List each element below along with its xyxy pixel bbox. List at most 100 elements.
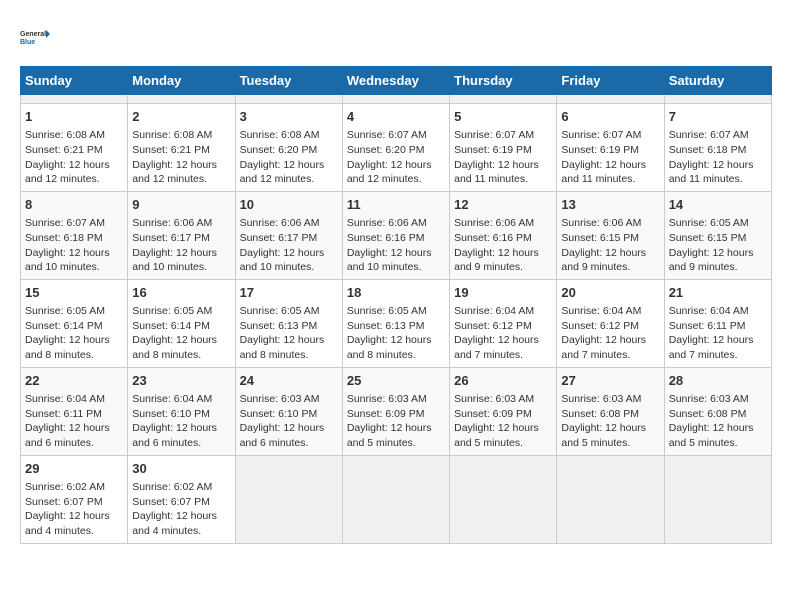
calendar-table: SundayMondayTuesdayWednesdayThursdayFrid… — [20, 66, 772, 544]
logo: General Blue — [20, 20, 50, 56]
daylight-text: Daylight: 12 hours and 5 minutes. — [454, 421, 552, 450]
sunset-text: Sunset: 6:16 PM — [454, 231, 552, 246]
calendar-cell — [128, 95, 235, 104]
sunrise-text: Sunrise: 6:06 AM — [240, 216, 338, 231]
calendar-cell: 23Sunrise: 6:04 AMSunset: 6:10 PMDayligh… — [128, 367, 235, 455]
calendar-cell — [450, 455, 557, 543]
calendar-cell: 8Sunrise: 6:07 AMSunset: 6:18 PMDaylight… — [21, 191, 128, 279]
sunset-text: Sunset: 6:07 PM — [132, 495, 230, 510]
daylight-text: Daylight: 12 hours and 5 minutes. — [561, 421, 659, 450]
calendar-cell: 22Sunrise: 6:04 AMSunset: 6:11 PMDayligh… — [21, 367, 128, 455]
calendar-week-row: 1Sunrise: 6:08 AMSunset: 6:21 PMDaylight… — [21, 104, 772, 192]
day-number: 19 — [454, 284, 552, 302]
sunrise-text: Sunrise: 6:07 AM — [347, 128, 445, 143]
daylight-text: Daylight: 12 hours and 10 minutes. — [347, 246, 445, 275]
day-number: 20 — [561, 284, 659, 302]
calendar-cell: 10Sunrise: 6:06 AMSunset: 6:17 PMDayligh… — [235, 191, 342, 279]
daylight-text: Daylight: 12 hours and 9 minutes. — [561, 246, 659, 275]
sunrise-text: Sunrise: 6:06 AM — [454, 216, 552, 231]
sunset-text: Sunset: 6:20 PM — [347, 143, 445, 158]
calendar-cell — [664, 95, 771, 104]
calendar-cell — [664, 455, 771, 543]
calendar-week-row: 8Sunrise: 6:07 AMSunset: 6:18 PMDaylight… — [21, 191, 772, 279]
sunrise-text: Sunrise: 6:05 AM — [347, 304, 445, 319]
calendar-cell: 21Sunrise: 6:04 AMSunset: 6:11 PMDayligh… — [664, 279, 771, 367]
calendar-cell: 25Sunrise: 6:03 AMSunset: 6:09 PMDayligh… — [342, 367, 449, 455]
sunset-text: Sunset: 6:11 PM — [25, 407, 123, 422]
day-number: 14 — [669, 196, 767, 214]
header-friday: Friday — [557, 67, 664, 95]
sunrise-text: Sunrise: 6:03 AM — [347, 392, 445, 407]
sunrise-text: Sunrise: 6:04 AM — [669, 304, 767, 319]
day-number: 3 — [240, 108, 338, 126]
calendar-cell — [557, 455, 664, 543]
calendar-cell: 6Sunrise: 6:07 AMSunset: 6:19 PMDaylight… — [557, 104, 664, 192]
sunset-text: Sunset: 6:09 PM — [347, 407, 445, 422]
header-monday: Monday — [128, 67, 235, 95]
svg-text:Blue: Blue — [20, 39, 35, 46]
sunrise-text: Sunrise: 6:06 AM — [347, 216, 445, 231]
sunrise-text: Sunrise: 6:03 AM — [240, 392, 338, 407]
sunrise-text: Sunrise: 6:04 AM — [25, 392, 123, 407]
day-number: 16 — [132, 284, 230, 302]
calendar-header-row: SundayMondayTuesdayWednesdayThursdayFrid… — [21, 67, 772, 95]
calendar-cell: 30Sunrise: 6:02 AMSunset: 6:07 PMDayligh… — [128, 455, 235, 543]
day-number: 5 — [454, 108, 552, 126]
day-number: 26 — [454, 372, 552, 390]
sunset-text: Sunset: 6:17 PM — [132, 231, 230, 246]
day-number: 24 — [240, 372, 338, 390]
daylight-text: Daylight: 12 hours and 5 minutes. — [347, 421, 445, 450]
logo-icon: General Blue — [20, 20, 50, 56]
sunrise-text: Sunrise: 6:02 AM — [132, 480, 230, 495]
daylight-text: Daylight: 12 hours and 8 minutes. — [25, 333, 123, 362]
calendar-cell — [342, 95, 449, 104]
svg-text:General: General — [20, 31, 46, 38]
day-number: 6 — [561, 108, 659, 126]
calendar-cell: 14Sunrise: 6:05 AMSunset: 6:15 PMDayligh… — [664, 191, 771, 279]
header-thursday: Thursday — [450, 67, 557, 95]
day-number: 28 — [669, 372, 767, 390]
day-number: 11 — [347, 196, 445, 214]
sunrise-text: Sunrise: 6:07 AM — [454, 128, 552, 143]
header-saturday: Saturday — [664, 67, 771, 95]
daylight-text: Daylight: 12 hours and 11 minutes. — [561, 158, 659, 187]
sunrise-text: Sunrise: 6:06 AM — [561, 216, 659, 231]
sunset-text: Sunset: 6:10 PM — [132, 407, 230, 422]
calendar-cell — [557, 95, 664, 104]
sunrise-text: Sunrise: 6:05 AM — [25, 304, 123, 319]
calendar-cell: 7Sunrise: 6:07 AMSunset: 6:18 PMDaylight… — [664, 104, 771, 192]
sunset-text: Sunset: 6:15 PM — [669, 231, 767, 246]
sunset-text: Sunset: 6:19 PM — [561, 143, 659, 158]
daylight-text: Daylight: 12 hours and 10 minutes. — [25, 246, 123, 275]
calendar-cell — [235, 455, 342, 543]
sunrise-text: Sunrise: 6:07 AM — [25, 216, 123, 231]
calendar-cell: 15Sunrise: 6:05 AMSunset: 6:14 PMDayligh… — [21, 279, 128, 367]
sunrise-text: Sunrise: 6:03 AM — [454, 392, 552, 407]
calendar-cell: 17Sunrise: 6:05 AMSunset: 6:13 PMDayligh… — [235, 279, 342, 367]
calendar-cell: 4Sunrise: 6:07 AMSunset: 6:20 PMDaylight… — [342, 104, 449, 192]
sunrise-text: Sunrise: 6:04 AM — [132, 392, 230, 407]
calendar-cell: 24Sunrise: 6:03 AMSunset: 6:10 PMDayligh… — [235, 367, 342, 455]
daylight-text: Daylight: 12 hours and 4 minutes. — [25, 509, 123, 538]
daylight-text: Daylight: 12 hours and 11 minutes. — [454, 158, 552, 187]
sunrise-text: Sunrise: 6:08 AM — [240, 128, 338, 143]
sunset-text: Sunset: 6:19 PM — [454, 143, 552, 158]
daylight-text: Daylight: 12 hours and 5 minutes. — [669, 421, 767, 450]
sunrise-text: Sunrise: 6:04 AM — [454, 304, 552, 319]
sunset-text: Sunset: 6:17 PM — [240, 231, 338, 246]
daylight-text: Daylight: 12 hours and 8 minutes. — [132, 333, 230, 362]
calendar-cell — [342, 455, 449, 543]
daylight-text: Daylight: 12 hours and 11 minutes. — [669, 158, 767, 187]
sunset-text: Sunset: 6:15 PM — [561, 231, 659, 246]
page-header: General Blue — [20, 20, 772, 56]
sunset-text: Sunset: 6:12 PM — [561, 319, 659, 334]
daylight-text: Daylight: 12 hours and 6 minutes. — [132, 421, 230, 450]
daylight-text: Daylight: 12 hours and 7 minutes. — [454, 333, 552, 362]
sunset-text: Sunset: 6:14 PM — [132, 319, 230, 334]
calendar-cell: 27Sunrise: 6:03 AMSunset: 6:08 PMDayligh… — [557, 367, 664, 455]
sunset-text: Sunset: 6:11 PM — [669, 319, 767, 334]
sunset-text: Sunset: 6:13 PM — [347, 319, 445, 334]
calendar-week-row: 29Sunrise: 6:02 AMSunset: 6:07 PMDayligh… — [21, 455, 772, 543]
sunset-text: Sunset: 6:20 PM — [240, 143, 338, 158]
sunset-text: Sunset: 6:18 PM — [669, 143, 767, 158]
